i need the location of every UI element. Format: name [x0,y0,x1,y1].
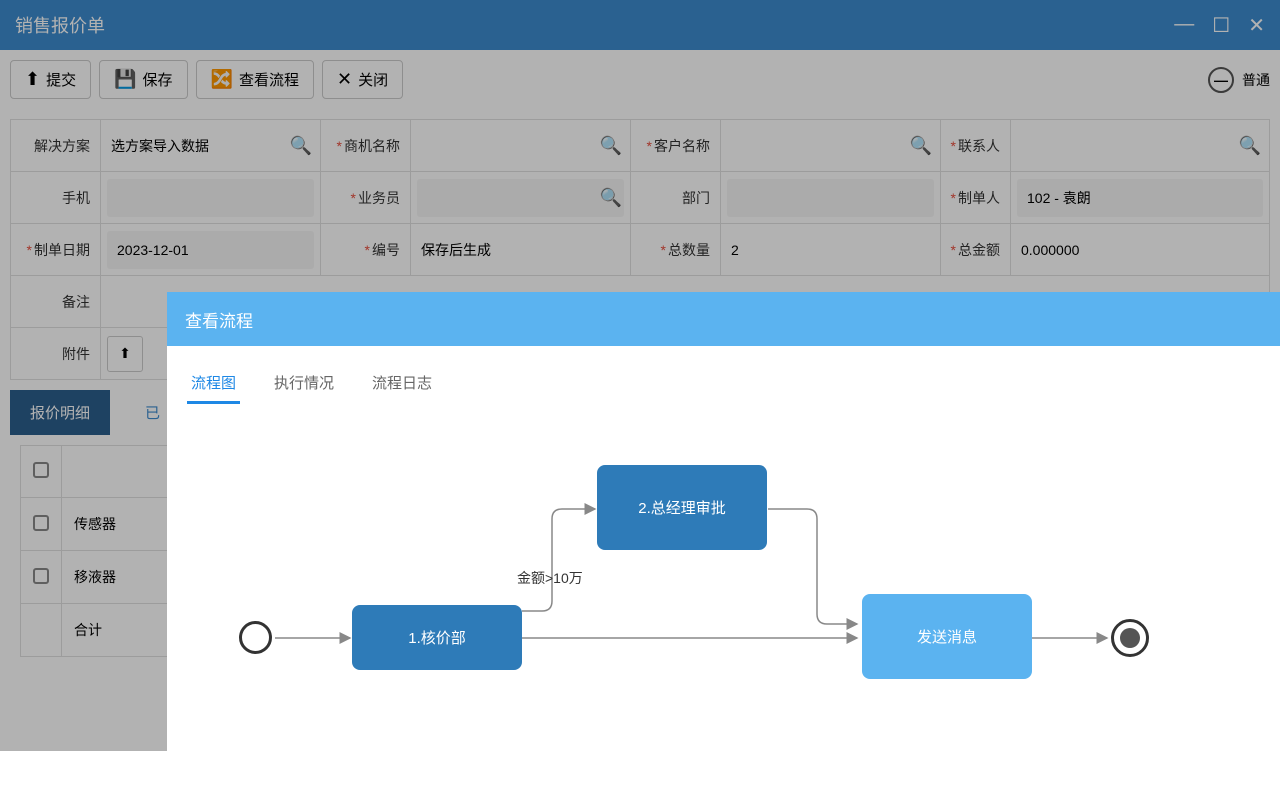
flow-node-1[interactable]: 1.核价部 [352,605,522,670]
flow-modal: 查看流程 流程图 执行情况 流程日志 1.核价部 2.总经理审批 发送消 [167,292,1280,751]
modal-title: 查看流程 [185,307,253,332]
tab-flow-diagram[interactable]: 流程图 [187,364,240,404]
flow-condition-label: 金额>10万 [517,568,583,588]
flow-node-2[interactable]: 2.总经理审批 [597,465,767,550]
flow-diagram: 1.核价部 2.总经理审批 发送消息 金额>10万 [167,404,1280,804]
flow-end-icon [1111,619,1149,657]
tab-log[interactable]: 流程日志 [368,364,436,404]
flow-node-3[interactable]: 发送消息 [862,594,1032,679]
tab-execution[interactable]: 执行情况 [270,364,338,404]
modal-tabs: 流程图 执行情况 流程日志 [167,346,1280,404]
flow-start-icon [239,621,272,654]
modal-header: 查看流程 [167,292,1280,346]
